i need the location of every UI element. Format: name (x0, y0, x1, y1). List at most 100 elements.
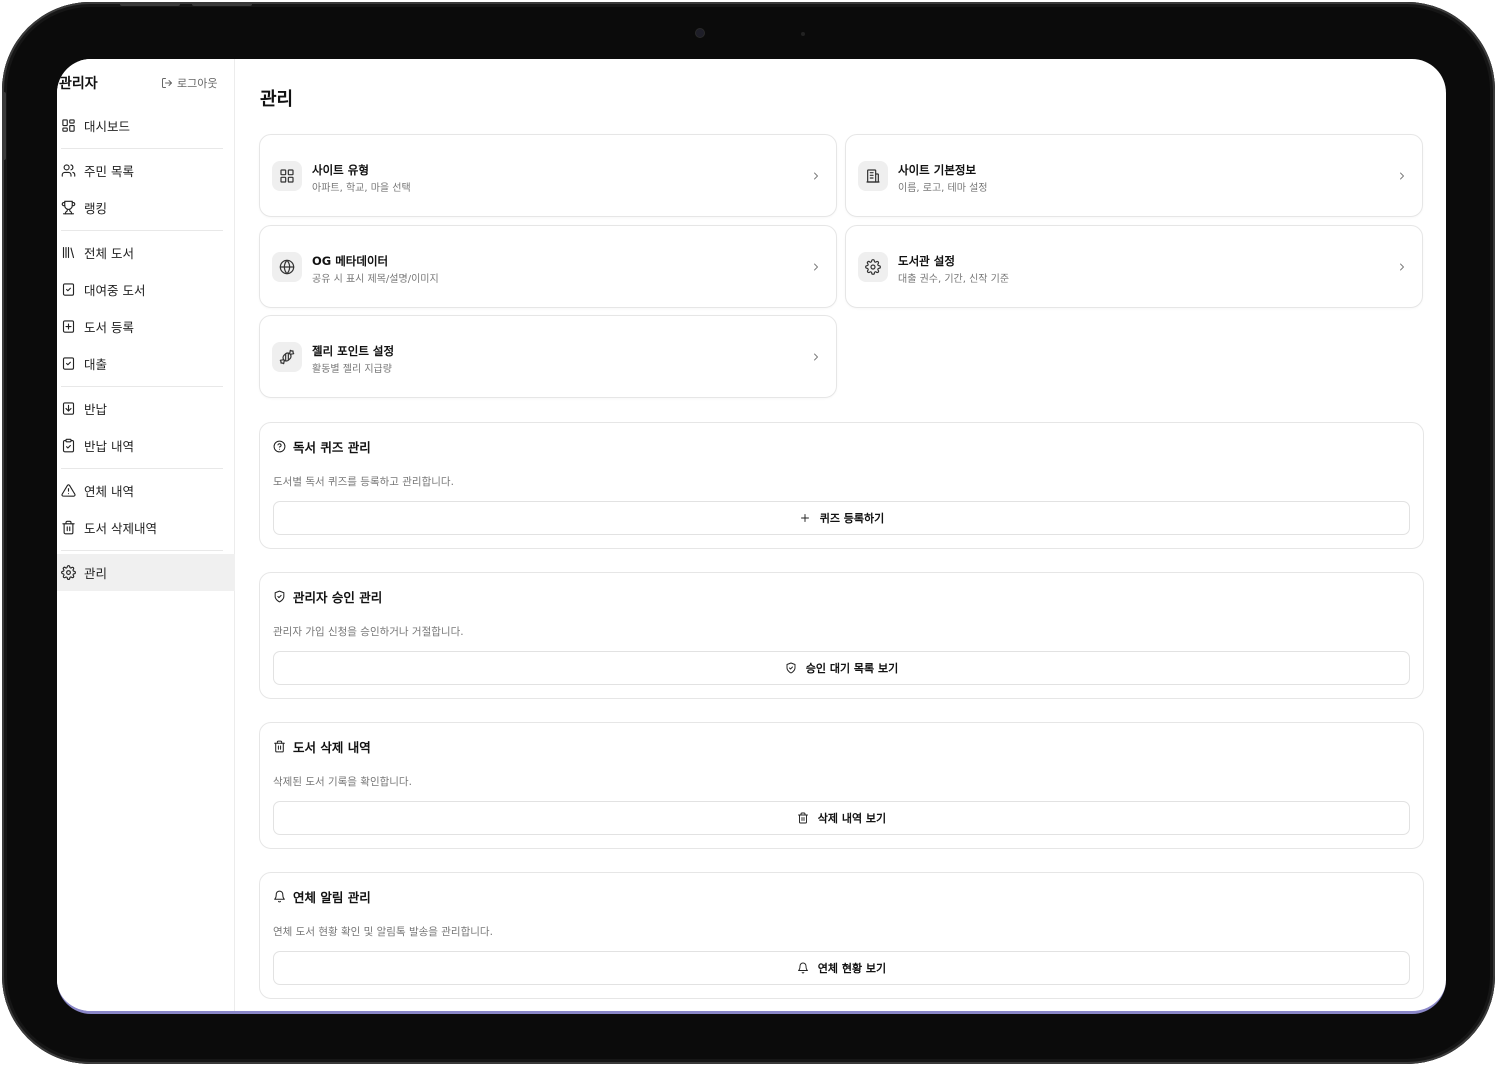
users-icon (61, 163, 76, 178)
sidebar-item-deleted-books[interactable]: 도서 삭제내역 (57, 509, 235, 546)
section-title-text: 독서 퀴즈 관리 (293, 440, 371, 455)
logout-icon (162, 78, 172, 88)
card-subtitle: 이름, 로고, 테마 설정 (898, 183, 988, 194)
sidebar-item-residents[interactable]: 주민 목록 (57, 152, 235, 189)
card-title: 젤리 포인트 설정 (312, 344, 395, 358)
view-pending-approvals-button[interactable]: 승인 대기 목록 보기 (273, 651, 1410, 685)
chevron-right-icon (810, 348, 822, 361)
sidebar-item-label: 도서 삭제내역 (84, 521, 157, 536)
gear-icon (858, 252, 888, 282)
sidebar-item-return[interactable]: 반납 (57, 390, 235, 427)
view-deletion-history-button[interactable]: 삭제 내역 보기 (273, 801, 1410, 835)
tablet-device-frame: 관리자 로그아웃 대시보드 주민 목록 랭킹 전체 도서 대여중 도서 도서 등… (2, 2, 1495, 1064)
nav-divider (61, 230, 223, 231)
button-label: 연체 현황 보기 (817, 962, 887, 975)
section-title: 관리자 승인 관리 (273, 587, 382, 606)
button-label: 삭제 내역 보기 (817, 812, 887, 825)
og-metadata-card[interactable]: OG 메타데이터 공유 시 표시 제목/설명/이미지 (259, 225, 837, 308)
sidebar-item-manage[interactable]: 관리 (57, 554, 235, 591)
chevron-right-icon (1396, 167, 1408, 180)
button-label: 승인 대기 목록 보기 (805, 662, 899, 675)
bell-icon (274, 890, 285, 903)
shield-check-icon (786, 662, 796, 674)
admin-approval-section: 관리자 승인 관리 관리자 가입 신청을 승인하거나 거절합니다. 승인 대기 … (259, 572, 1424, 699)
nav-divider (61, 386, 223, 387)
library-icon (61, 245, 76, 260)
sidebar-nav: 대시보드 주민 목록 랭킹 전체 도서 대여중 도서 도서 등록 대출 반납 반… (57, 107, 235, 591)
card-title: 도서관 설정 (898, 254, 955, 268)
sidebar-item-label: 반납 (84, 402, 108, 417)
book-plus-icon (61, 319, 76, 334)
screen: 관리자 로그아웃 대시보드 주민 목록 랭킹 전체 도서 대여중 도서 도서 등… (57, 59, 1446, 1014)
section-description: 연체 도서 현황 확인 및 알림톡 발송을 관리합니다. (273, 926, 493, 938)
button-label: 퀴즈 등록하기 (819, 512, 885, 525)
trash-icon (61, 520, 76, 535)
section-description: 관리자 가입 신청을 승인하거나 거절합니다. (273, 626, 464, 638)
sidebar-item-register-book[interactable]: 도서 등록 (57, 308, 235, 345)
chevron-right-icon (810, 167, 822, 180)
library-settings-card[interactable]: 도서관 설정 대출 권수, 기간, 신작 기준 (845, 225, 1423, 308)
trash-icon (274, 740, 285, 753)
section-title: 도서 삭제 내역 (273, 737, 371, 756)
sidebar-item-ranking[interactable]: 랭킹 (57, 189, 235, 226)
sidebar-item-overdue-history[interactable]: 연체 내역 (57, 472, 235, 509)
volume-button (120, 2, 180, 6)
sidebar-item-loan[interactable]: 대출 (57, 345, 235, 382)
register-quiz-button[interactable]: 퀴즈 등록하기 (273, 501, 1410, 535)
building-icon (858, 161, 888, 191)
volume-button (192, 2, 252, 6)
sidebar-item-dashboard[interactable]: 대시보드 (57, 107, 235, 144)
grid-icon (272, 161, 302, 191)
main-content: 관리 사이트 유형 아파트, 학교, 마을 선택 사이트 기본정보 이름, 로고… (236, 59, 1446, 1011)
sidebar-item-label: 대출 (84, 357, 108, 372)
card-subtitle: 공유 시 표시 제목/설명/이미지 (312, 274, 439, 285)
power-button (2, 92, 6, 160)
sidebar-item-all-books[interactable]: 전체 도서 (57, 234, 235, 271)
bell-icon (797, 962, 808, 974)
clipboard-check-icon (61, 438, 76, 453)
candy-icon (272, 342, 302, 372)
site-type-card[interactable]: 사이트 유형 아파트, 학교, 마을 선택 (259, 134, 837, 217)
sidebar-item-rented-books[interactable]: 대여중 도서 (57, 271, 235, 308)
site-basic-info-card[interactable]: 사이트 기본정보 이름, 로고, 테마 설정 (845, 134, 1423, 217)
section-description: 도서별 독서 퀴즈를 등록하고 관리합니다. (273, 476, 454, 488)
section-title-text: 연체 알림 관리 (293, 890, 371, 905)
nav-divider (61, 148, 223, 149)
plus-icon (800, 514, 809, 522)
section-title: 독서 퀴즈 관리 (273, 437, 371, 456)
card-subtitle: 아파트, 학교, 마을 선택 (312, 183, 411, 194)
section-title-text: 도서 삭제 내역 (293, 740, 371, 755)
card-title: OG 메타데이터 (312, 254, 389, 268)
sidebar-item-label: 전체 도서 (84, 246, 134, 261)
jelly-points-card[interactable]: 젤리 포인트 설정 활동별 젤리 지급량 (259, 315, 837, 398)
sidebar-item-return-history[interactable]: 반납 내역 (57, 427, 235, 464)
chevron-right-icon (1396, 258, 1408, 271)
sidebar-item-label: 주민 목록 (84, 164, 134, 179)
card-title: 사이트 기본정보 (898, 163, 977, 177)
gear-icon (61, 565, 76, 580)
sidebar: 관리자 로그아웃 대시보드 주민 목록 랭킹 전체 도서 대여중 도서 도서 등… (57, 59, 235, 1011)
nav-divider (61, 468, 223, 469)
section-title-text: 관리자 승인 관리 (293, 590, 383, 605)
section-title: 연체 알림 관리 (273, 887, 371, 906)
book-down-icon (61, 401, 76, 416)
book-check-icon (61, 282, 76, 297)
sidebar-item-label: 랭킹 (84, 201, 108, 216)
sidebar-item-label: 연체 내역 (84, 484, 134, 499)
sidebar-item-label: 대시보드 (84, 119, 131, 134)
book-deletion-history-section: 도서 삭제 내역 삭제된 도서 기록을 확인합니다. 삭제 내역 보기 (259, 722, 1424, 849)
page-title: 관리 (260, 89, 294, 110)
light-sensor (801, 32, 805, 36)
card-subtitle: 활동별 젤리 지급량 (312, 364, 392, 375)
overdue-alert-section: 연체 알림 관리 연체 도서 현황 확인 및 알림톡 발송을 관리합니다. 연체… (259, 872, 1424, 999)
view-overdue-status-button[interactable]: 연체 현황 보기 (273, 951, 1410, 985)
logout-button[interactable]: 로그아웃 (161, 75, 217, 91)
globe-icon (272, 252, 302, 282)
card-title: 사이트 유형 (312, 163, 369, 177)
reading-quiz-section: 독서 퀴즈 관리 도서별 독서 퀴즈를 등록하고 관리합니다. 퀴즈 등록하기 (259, 422, 1424, 549)
shield-check-icon (274, 590, 285, 603)
logout-label: 로그아웃 (177, 77, 218, 90)
alert-triangle-icon (61, 483, 76, 498)
front-camera (696, 29, 704, 37)
sidebar-title: 관리자 (59, 76, 98, 92)
